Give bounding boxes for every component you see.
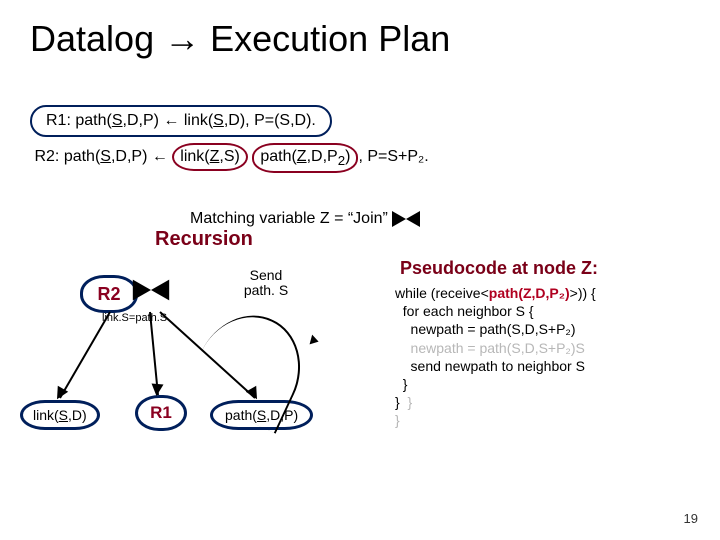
r2-link-term: link(Z,S) (172, 143, 248, 171)
r1-label: R1: (46, 112, 71, 129)
pseudocode-block: while (receive<path(Z,D,P₂)>)) { for eac… (395, 284, 596, 430)
r2-label: R2: (34, 148, 59, 165)
r1-node: R1 (135, 395, 187, 431)
arrowhead-icon (150, 383, 163, 396)
leaf-link: link(S,D) (20, 400, 100, 430)
recursion-label: Recursion (155, 228, 253, 251)
send-label: Send path. S (236, 268, 296, 299)
r2-pre: path(S,D,P) ← (64, 148, 172, 165)
join-bowtie-icon (133, 280, 169, 301)
matching-text: Matching variable Z = “Join” (190, 210, 420, 228)
r2-tail: , P=S+P₂. (358, 148, 428, 165)
slide-title: Datalog → Execution Plan (0, 0, 720, 60)
join-condition: link.S=path.S (102, 312, 167, 324)
rules-block: R1: path(S,D,P) ← link(S,D), P=(S,D). R2… (30, 105, 429, 173)
r2-node: R2 (80, 275, 138, 313)
connector-lines (0, 0, 720, 540)
r2-path-term: path(Z,D,P2) (252, 143, 358, 173)
r1-body: path(S,D,P) ← link(S,D), P=(S,D). (75, 112, 316, 129)
page-number: 19 (684, 511, 698, 526)
pseudocode-title: Pseudocode at node Z: (400, 258, 598, 279)
bowtie-icon (392, 211, 420, 227)
